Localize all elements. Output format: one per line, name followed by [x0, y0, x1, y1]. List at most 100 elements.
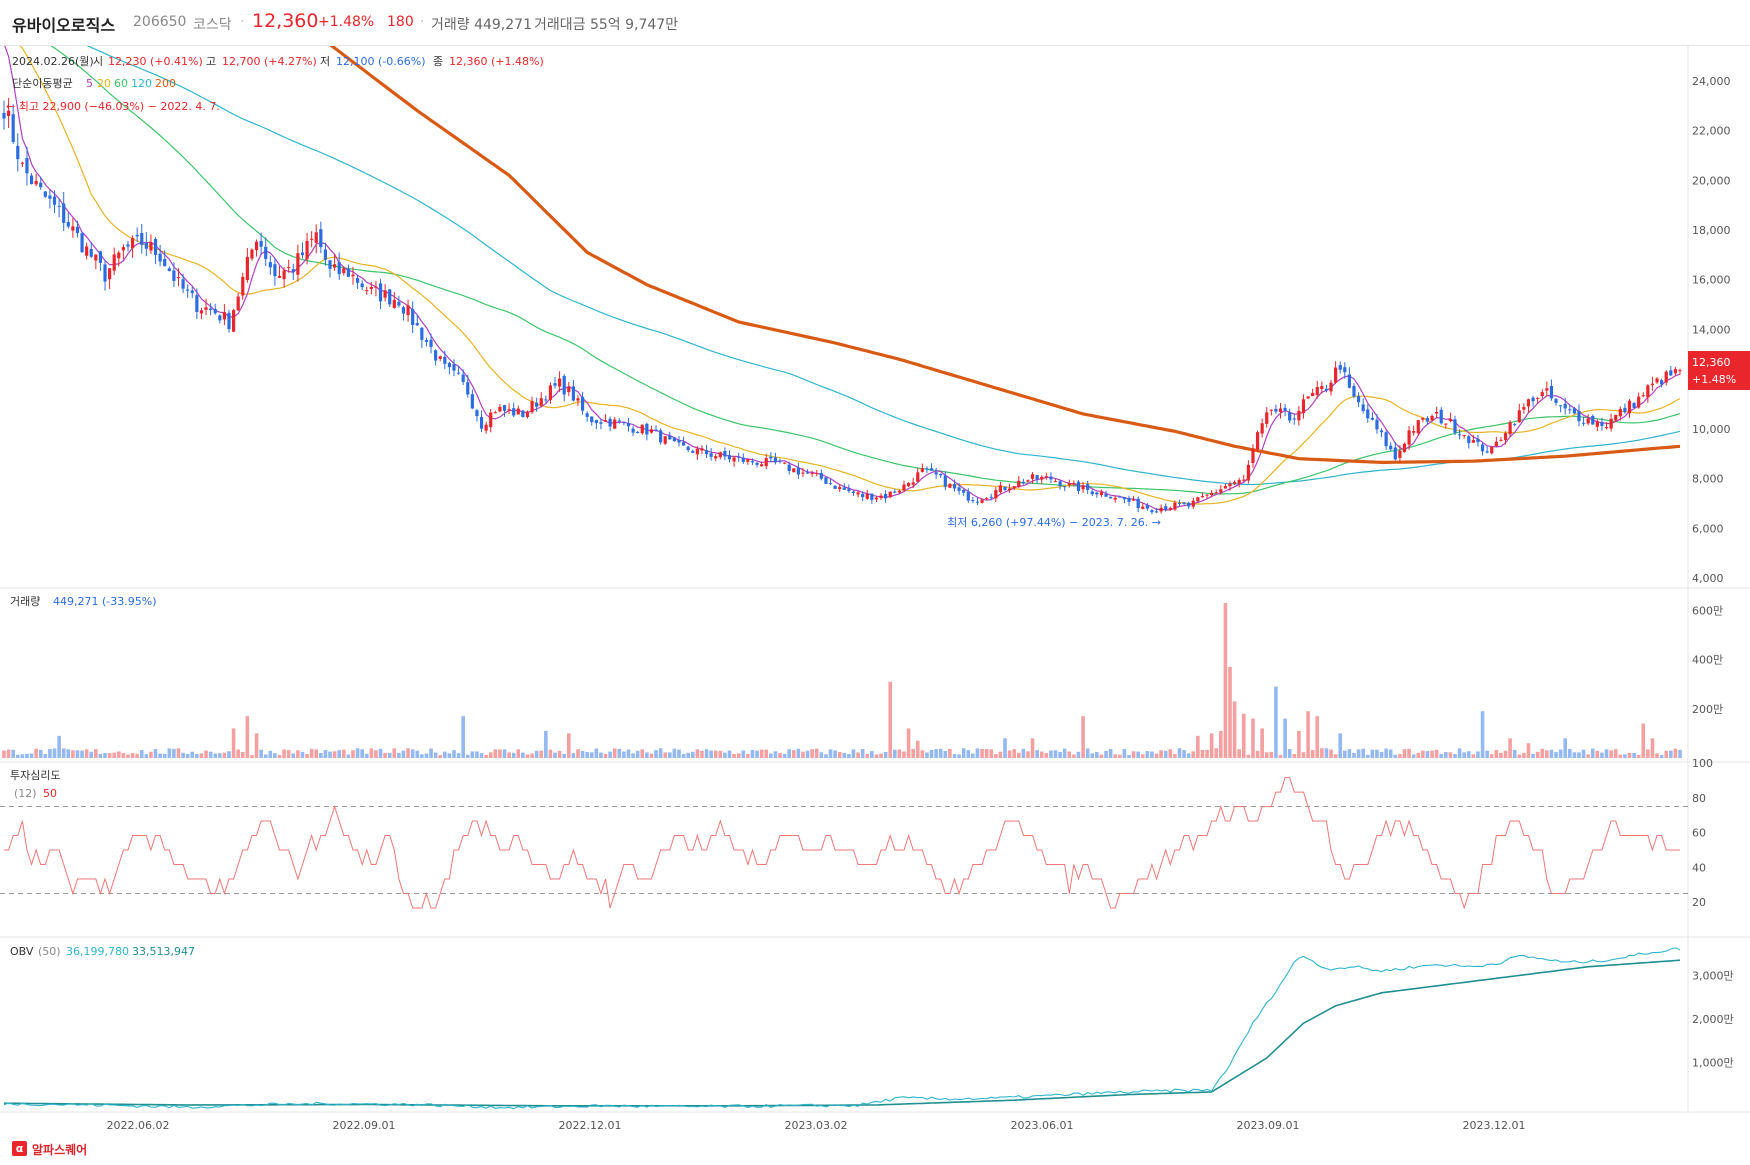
volume-bar[interactable]	[755, 750, 759, 758]
candle[interactable]	[525, 410, 530, 419]
volume-bar[interactable]	[1517, 754, 1522, 758]
candle[interactable]	[677, 436, 681, 447]
volume-bar[interactable]	[677, 749, 681, 758]
volume-bar[interactable]	[1453, 754, 1457, 758]
candle[interactable]	[884, 490, 888, 503]
candle[interactable]	[741, 453, 745, 464]
candle[interactable]	[498, 403, 502, 413]
candle[interactable]	[337, 252, 341, 280]
candle[interactable]	[140, 223, 144, 254]
volume-bar[interactable]	[172, 748, 176, 758]
candle[interactable]	[493, 410, 497, 414]
volume-bar[interactable]	[144, 754, 149, 758]
volume-bar[interactable]	[1168, 749, 1173, 758]
candle[interactable]	[613, 416, 617, 430]
candle[interactable]	[1673, 366, 1678, 376]
volume-bar[interactable]	[870, 751, 874, 758]
volume-bar[interactable]	[1398, 754, 1402, 758]
volume-bar[interactable]	[1200, 749, 1205, 758]
candle[interactable]	[1223, 483, 1228, 489]
candle[interactable]	[916, 468, 920, 483]
candle[interactable]	[310, 231, 314, 248]
volume-bar[interactable]	[681, 753, 686, 758]
volume-bar[interactable]	[1476, 751, 1480, 758]
volume-bar[interactable]	[1292, 754, 1297, 758]
candle[interactable]	[659, 428, 663, 445]
volume-bar[interactable]	[190, 751, 195, 758]
volume-bar[interactable]	[690, 751, 695, 758]
volume-bar[interactable]	[364, 753, 369, 758]
volume-bar[interactable]	[1567, 748, 1572, 758]
volume-bar[interactable]	[195, 754, 199, 758]
volume-bar[interactable]	[11, 749, 15, 758]
candle[interactable]	[383, 284, 387, 302]
volume-bar[interactable]	[493, 749, 498, 758]
volume-bar[interactable]	[1407, 748, 1411, 758]
volume-bar[interactable]	[438, 755, 443, 758]
candle[interactable]	[1251, 444, 1255, 468]
candle[interactable]	[530, 396, 534, 414]
candle[interactable]	[1338, 361, 1342, 374]
candle[interactable]	[222, 304, 227, 326]
volume-bar[interactable]	[888, 681, 893, 758]
volume-bar[interactable]	[1678, 749, 1682, 758]
volume-bar[interactable]	[879, 753, 883, 758]
volume-bar[interactable]	[1623, 754, 1627, 758]
candle[interactable]	[732, 455, 736, 467]
candle[interactable]	[1191, 497, 1195, 509]
volume-bar[interactable]	[1237, 749, 1241, 758]
volume-bar[interactable]	[773, 751, 778, 758]
volume-bar[interactable]	[1604, 749, 1609, 758]
volume-bar[interactable]	[231, 728, 236, 758]
candle[interactable]	[1384, 430, 1388, 450]
candle[interactable]	[1632, 402, 1636, 409]
candle[interactable]	[1040, 475, 1044, 485]
volume-bar[interactable]	[75, 750, 80, 758]
volume-bar[interactable]	[286, 750, 291, 758]
volume-bar[interactable]	[80, 750, 84, 758]
candle[interactable]	[856, 491, 860, 498]
volume-bar[interactable]	[796, 748, 801, 758]
volume-bar[interactable]	[103, 753, 107, 758]
volume-bar[interactable]	[566, 733, 571, 758]
volume-bar[interactable]	[38, 749, 43, 758]
volume-bar[interactable]	[218, 753, 222, 758]
candle[interactable]	[507, 403, 511, 415]
volume-bar[interactable]	[1425, 751, 1430, 758]
candle[interactable]	[1260, 418, 1264, 438]
candle[interactable]	[296, 244, 300, 282]
volume-bar[interactable]	[663, 752, 668, 758]
volume-bar[interactable]	[1104, 750, 1108, 758]
volume-bar[interactable]	[1590, 748, 1595, 758]
volume-bar[interactable]	[654, 750, 658, 758]
candle[interactable]	[1412, 425, 1416, 436]
volume-bar[interactable]	[1030, 738, 1035, 758]
candle[interactable]	[80, 231, 84, 253]
volume-bar[interactable]	[1466, 751, 1471, 758]
volume-bar[interactable]	[709, 750, 713, 758]
volume-bar[interactable]	[713, 750, 718, 758]
candle[interactable]	[130, 235, 135, 258]
volume-bar[interactable]	[1545, 750, 1549, 758]
volume-bar[interactable]	[300, 751, 305, 758]
candle[interactable]	[1283, 403, 1287, 417]
volume-bar[interactable]	[1439, 753, 1444, 758]
candle[interactable]	[213, 303, 217, 315]
volume-bar[interactable]	[961, 748, 966, 758]
volume-bar[interactable]	[1324, 748, 1329, 758]
volume-bar[interactable]	[1609, 750, 1613, 758]
volume-bar[interactable]	[1219, 730, 1223, 758]
volume-bar[interactable]	[980, 748, 984, 758]
volume-bar[interactable]	[1163, 750, 1168, 758]
volume-bar[interactable]	[580, 750, 585, 758]
candle[interactable]	[1627, 398, 1632, 418]
candle[interactable]	[1462, 434, 1466, 439]
volume-bar[interactable]	[612, 748, 617, 758]
candle[interactable]	[254, 239, 259, 257]
candle[interactable]	[778, 458, 782, 464]
candle[interactable]	[29, 173, 34, 185]
volume-bar[interactable]	[585, 752, 589, 758]
candle[interactable]	[466, 374, 470, 398]
candle[interactable]	[580, 391, 585, 415]
volume-bar[interactable]	[1016, 752, 1021, 758]
